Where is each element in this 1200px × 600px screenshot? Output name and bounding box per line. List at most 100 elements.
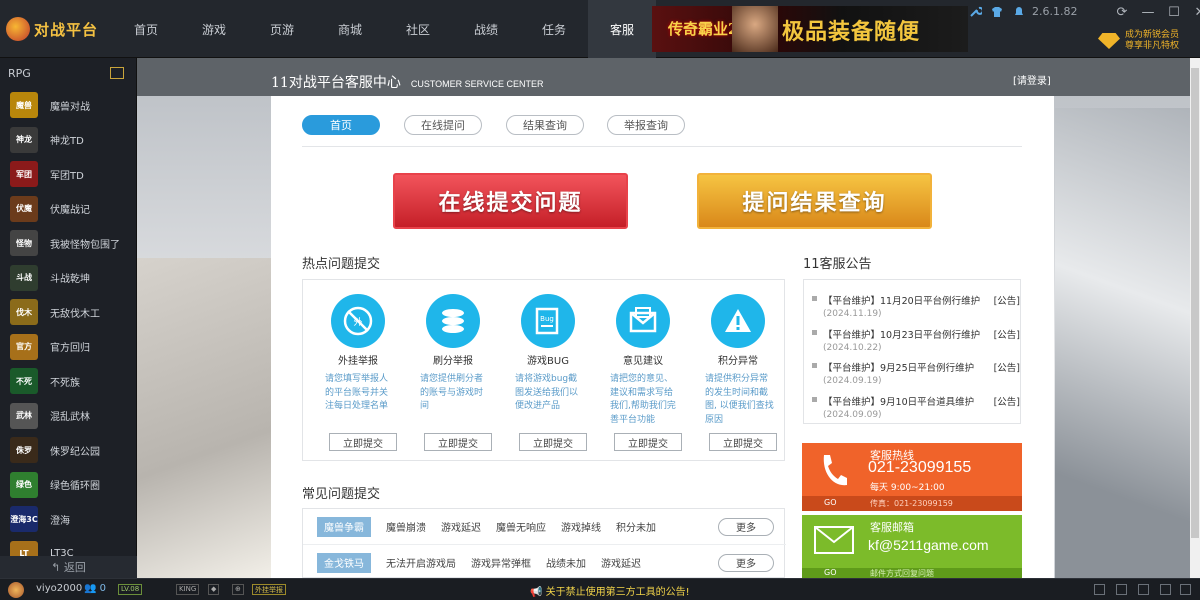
tab-report-query[interactable]: 举报查询 — [607, 115, 685, 135]
login-link[interactable]: [请登录] — [1013, 72, 1051, 87]
notice-title[interactable]: 【平台维护】10月23日平台例行维护 — [823, 327, 988, 341]
wrench-icon[interactable] — [968, 5, 982, 19]
close-button[interactable]: ✕ — [1190, 3, 1200, 21]
faq-category[interactable]: 魔兽争霸 — [317, 516, 371, 537]
scrollbar-thumb[interactable] — [1191, 68, 1199, 538]
friends-count[interactable]: 👥 0 — [84, 583, 106, 594]
nav-item-0[interactable]: 首页 — [112, 0, 180, 58]
sidebar-game-item[interactable]: 魔兽 魔兽对战 — [0, 88, 136, 123]
faq-item[interactable]: 无法开启游戏局 — [386, 555, 456, 570]
mail-card[interactable]: 客服邮箱 kf@5211game.com GO 邮件方式回复问题 — [802, 515, 1022, 578]
chat-icon[interactable] — [1160, 584, 1171, 595]
submit-now-button[interactable]: 立即提交 — [424, 433, 492, 451]
faq-more-button[interactable]: 更多 — [718, 553, 774, 572]
notice-title[interactable]: 【平台维护】9月25日平台例行维护 — [823, 360, 988, 374]
vip-promo[interactable]: 成为新锐会员 尊享非凡特权 — [1098, 30, 1179, 52]
nav-item-7[interactable]: 客服 — [588, 0, 656, 58]
no-cheat-icon[interactable]: 外 — [331, 294, 385, 348]
ad-banner[interactable]: 传奇霸业2 极品装备随便 — [652, 6, 968, 52]
announcement-ticker[interactable]: 📢 关于禁止使用第三方工具的公告! — [530, 583, 690, 598]
sidebar-game-item[interactable]: 斗战 斗战乾坤 — [0, 261, 136, 296]
faq-item[interactable]: 游戏掉线 — [561, 519, 601, 534]
faq-list: 魔兽争霸 魔兽崩溃 游戏延迟 魔兽无响应 游戏掉线 积分未加 更多 金戈铁马 无法开启游戏局 游戏… — [302, 508, 786, 578]
faq-item[interactable]: 积分未加 — [616, 519, 656, 534]
menu-icon[interactable] — [1180, 584, 1191, 595]
faq-item[interactable]: 魔兽崩溃 — [386, 519, 426, 534]
sidebar-game-item[interactable]: 武林 混乱武林 — [0, 399, 136, 434]
faq-row: 魔兽争霸 魔兽崩溃 游戏延迟 魔兽无响应 游戏掉线 积分未加 更多 — [303, 509, 786, 545]
minimize-button[interactable]: — — [1138, 3, 1158, 21]
sidebar-game-item[interactable]: 伏魔 伏魔战记 — [0, 192, 136, 227]
submit-now-button[interactable]: 立即提交 — [329, 433, 397, 451]
bell-icon[interactable] — [1012, 5, 1026, 19]
nav-item-5[interactable]: 战绩 — [452, 0, 520, 58]
mail-go[interactable]: GO — [824, 568, 837, 577]
faq-category[interactable]: 金戈铁马 — [317, 552, 371, 573]
notice-item[interactable]: 【平台维护】9月25日平台例行维护 [公告] (2024.09.19) — [812, 360, 1020, 386]
notice-item[interactable]: 【平台维护】11月20日平台例行维护 [公告] (2024.11.19) — [812, 293, 1020, 319]
sidebar-game-item[interactable]: 不死 不死族 — [0, 364, 136, 399]
sidebar-game-item[interactable]: 军团 军团TD — [0, 157, 136, 192]
faq-item[interactable]: 游戏异常弹框 — [471, 555, 531, 570]
hot-issue-desc: 请把您的意见、建议和需求写给我们,帮助我们完善平台功能 — [610, 374, 676, 425]
sidebar-game-item[interactable]: 怪物 我被怪物包围了 — [0, 226, 136, 261]
shirt-icon[interactable] — [990, 5, 1004, 19]
nav-item-3[interactable]: 商城 — [316, 0, 384, 58]
app-logo[interactable]: 对战平台 — [6, 12, 106, 46]
hot-issue-card: 意见建议 请把您的意见、建议和需求写给我们,帮助我们完善平台功能 立即提交 — [596, 280, 690, 462]
submit-question-button[interactable]: 在线提交问题 — [393, 173, 628, 229]
faq-item[interactable]: 魔兽无响应 — [496, 519, 546, 534]
submit-now-button[interactable]: 立即提交 — [709, 433, 777, 451]
mail-icon[interactable] — [616, 294, 670, 348]
faq-item[interactable]: 战绩未加 — [546, 555, 586, 570]
notice-item[interactable]: 【平台维护】9月10日平台道具维护 [公告] (2024.09.09) — [812, 394, 1020, 420]
scrollbar[interactable] — [1190, 58, 1200, 578]
save-icon[interactable] — [1094, 584, 1105, 595]
query-result-button[interactable]: 提问结果查询 — [697, 173, 932, 229]
game-logo-icon: 斗战 — [10, 264, 38, 291]
bug-document-icon[interactable]: Bug — [521, 294, 575, 348]
sidebar-game-item[interactable]: 澄海3C 澄海 — [0, 502, 136, 537]
faq-item[interactable]: 游戏延迟 — [441, 519, 481, 534]
faq-more-button[interactable]: 更多 — [718, 517, 774, 536]
plugin-badge[interactable]: 外挂举报 — [252, 584, 286, 595]
mail-link[interactable]: 邮件方式回复问题 — [870, 568, 934, 578]
warning-icon[interactable] — [711, 294, 765, 348]
notice-title[interactable]: 【平台维护】9月10日平台道具维护 — [823, 394, 988, 408]
bullet-icon — [812, 329, 817, 335]
sidebar-game-item[interactable]: 官方 官方回归 — [0, 330, 136, 365]
tab-home[interactable]: 首页 — [302, 115, 380, 135]
friends-number: 0 — [99, 583, 107, 594]
nav-item-1[interactable]: 游戏 — [180, 0, 248, 58]
submit-now-button[interactable]: 立即提交 — [614, 433, 682, 451]
svg-text:Bug: Bug — [540, 315, 554, 323]
sidebar-game-item[interactable]: 绿色 绿色循环圈 — [0, 468, 136, 503]
back-button[interactable]: ↰ 返回 — [0, 556, 137, 578]
maximize-button[interactable]: ☐ — [1164, 3, 1184, 21]
game-name: 神龙TD — [50, 136, 84, 148]
submit-now-button[interactable]: 立即提交 — [519, 433, 587, 451]
faq-item[interactable]: 游戏延迟 — [601, 555, 641, 570]
refresh-icon[interactable]: ⟳ — [1112, 3, 1132, 21]
bullet-icon — [812, 296, 817, 301]
username[interactable]: viyo2000 — [36, 583, 82, 594]
sidebar-game-item[interactable]: 侏罗 侏罗纪公园 — [0, 433, 136, 468]
notice-title[interactable]: 【平台维护】11月20日平台例行维护 — [823, 293, 988, 307]
hotline-card[interactable]: 客服热线 021-23099155 每天 9:00~21:00 GO 传真：02… — [802, 443, 1022, 511]
sidebar-game-item[interactable]: 伐木 无敌伐木工 — [0, 295, 136, 330]
avatar[interactable] — [8, 582, 24, 598]
notice-item[interactable]: 【平台维护】10月23日平台例行维护 [公告] (2024.10.22) — [812, 327, 1020, 353]
tab-result-query[interactable]: 结果查询 — [506, 115, 584, 135]
chart-icon[interactable] — [1116, 584, 1127, 595]
coin-stack-icon[interactable] — [426, 294, 480, 348]
nav-item-6[interactable]: 任务 — [520, 0, 588, 58]
shield-icon[interactable] — [1138, 584, 1149, 595]
home-icon[interactable] — [110, 67, 124, 79]
sidebar-game-item[interactable]: 神龙 神龙TD — [0, 123, 136, 158]
nav-item-2[interactable]: 页游 — [248, 0, 316, 58]
game-logo-icon: 怪物 — [10, 230, 38, 257]
hotline-go[interactable]: GO — [824, 498, 837, 507]
nav-item-4[interactable]: 社区 — [384, 0, 452, 58]
game-name: 混乱武林 — [50, 412, 90, 424]
tab-online-question[interactable]: 在线提问 — [404, 115, 482, 135]
